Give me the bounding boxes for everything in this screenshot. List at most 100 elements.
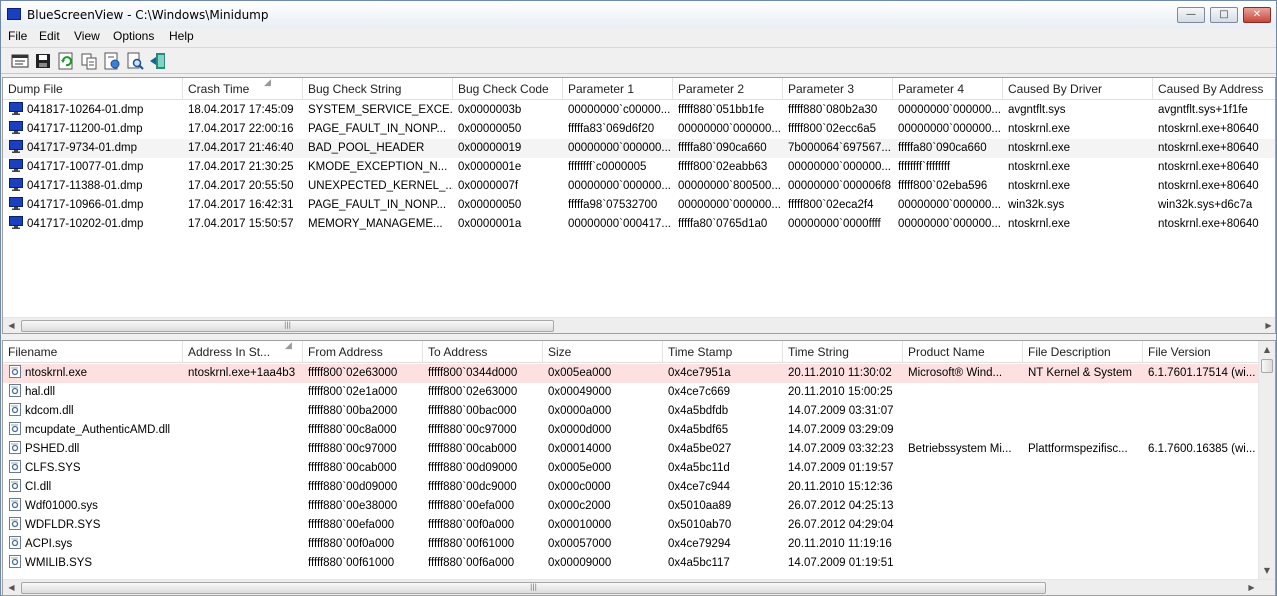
copy-icon[interactable]	[80, 52, 98, 70]
dump-list-pane[interactable]: Dump File Crash Time ◢ Bug Check String …	[2, 77, 1276, 334]
driver-cell-product-name	[903, 478, 1023, 497]
scroll-thumb[interactable]: |||	[21, 320, 554, 332]
column-caused-by-driver[interactable]: Caused By Driver	[1003, 78, 1153, 100]
driver-cell-time-string: 14.07.2009 03:32:23	[788, 443, 894, 455]
dump-cell-crash-time: 17.04.2017 15:50:57	[188, 218, 294, 230]
maximize-button[interactable]: □	[1210, 7, 1238, 23]
dump-cell-parameter-2: fffff880`051bb1fe	[678, 104, 765, 116]
column-product-name[interactable]: Product Name	[903, 341, 1023, 363]
driver-cell-file-description	[1023, 478, 1143, 497]
driver-row[interactable]: WMILIB.SYS fffff880`00f61000 fffff880`00f6…	[3, 554, 1259, 573]
save-icon[interactable]	[34, 52, 52, 70]
column-parameter-2[interactable]: Parameter 2	[673, 78, 783, 100]
scroll-left-arrow[interactable]: ◀	[3, 318, 20, 333]
driver-row[interactable]: kdcom.dll fffff880`00ba2000 fffff880`00bac…	[3, 402, 1259, 421]
dump-row[interactable]: 041717-11388-01.dmp 17.04.2017 20:55:50 UN…	[3, 177, 1275, 196]
find-icon[interactable]	[126, 52, 144, 70]
driver-row[interactable]: mcupdate_AuthenticAMD.dll fffff880`00c8a0…	[3, 421, 1259, 440]
column-dump-file[interactable]: Dump File	[3, 78, 183, 100]
refresh-icon[interactable]	[57, 52, 75, 70]
driver-list-pane[interactable]: Filename Address In St... ◢ From Address…	[2, 340, 1276, 596]
driver-row[interactable]: CI.dll fffff880`00d09000 fffff880`00dc9000…	[3, 478, 1259, 497]
driver-row[interactable]: ACPI.sys fffff880`00f0a000 fffff880`00f610…	[3, 535, 1259, 554]
driver-row[interactable]: WDFLDR.SYS fffff880`00efa000 fffff880`00f0…	[3, 516, 1259, 535]
driver-row[interactable]: Wdf01000.sys fffff880`00e38000 fffff880`00…	[3, 497, 1259, 516]
driver-cell-file-description	[1023, 516, 1143, 535]
dump-cell-parameter-1: 00000000`c00000...	[568, 104, 671, 116]
scroll-up-arrow[interactable]: ▲	[1259, 341, 1275, 358]
menu-file[interactable]: File	[8, 29, 27, 43]
column-file-description[interactable]: File Description	[1023, 341, 1143, 363]
column-time-stamp[interactable]: Time Stamp	[663, 341, 783, 363]
scroll-right-arrow[interactable]: ▶	[1243, 580, 1260, 595]
dump-file-icon	[9, 159, 23, 173]
column-time-string[interactable]: Time String	[783, 341, 903, 363]
driver-row[interactable]: PSHED.dll fffff880`00c97000 fffff880`00cab…	[3, 440, 1259, 459]
column-bug-check-string[interactable]: Bug Check String	[303, 78, 453, 100]
scroll-thumb[interactable]: |||	[21, 582, 1046, 594]
driver-name: Wdf01000.sys	[25, 500, 98, 512]
dump-row[interactable]: 041717-10202-01.dmp 17.04.2017 15:50:57 ME…	[3, 215, 1275, 234]
dump-list-hscrollbar[interactable]: ◀ ||| ▶	[3, 317, 1275, 333]
dump-cell-bug-check-code: 0x00000050	[458, 123, 522, 135]
driver-name: WMILIB.SYS	[25, 557, 93, 569]
column-parameter-4[interactable]: Parameter 4	[893, 78, 1003, 100]
scroll-down-arrow[interactable]: ▼	[1259, 562, 1275, 579]
driver-cell-address-in-stack	[183, 383, 303, 402]
menu-help[interactable]: Help	[169, 29, 194, 43]
driver-cell-address-in-stack	[183, 554, 303, 573]
dump-cell-parameter-1: 00000000`000417...	[568, 218, 671, 230]
column-parameter-3[interactable]: Parameter 3	[783, 78, 893, 100]
dump-row[interactable]: 041717-9734-01.dmp 17.04.2017 21:46:40 BAD…	[3, 139, 1275, 158]
driver-cell-size: 0x0000a000	[548, 405, 612, 417]
dump-file-icon	[9, 102, 23, 116]
exit-icon[interactable]	[149, 52, 167, 70]
driver-cell-file-description: Plattformspezifisc...	[1028, 443, 1128, 455]
driver-cell-address-in-stack	[183, 478, 303, 497]
html-report-icon[interactable]	[103, 52, 121, 70]
menu-view[interactable]: View	[74, 29, 100, 43]
column-crash-time[interactable]: Crash Time	[183, 78, 303, 100]
driver-cell-product-name	[903, 535, 1023, 554]
driver-cell-time-stamp: 0x4ce7c669	[668, 386, 731, 398]
scroll-left-arrow[interactable]: ◀	[3, 580, 20, 595]
dump-cell-caused-by-driver: ntoskrnl.exe	[1008, 218, 1071, 230]
driver-row[interactable]: ntoskrnl.exe ntoskrnl.exe+1aa4b3 fffff800`…	[3, 364, 1259, 383]
dump-row[interactable]: 041817-10264-01.dmp 18.04.2017 17:45:09 SY…	[3, 101, 1275, 120]
title-bar[interactable]: BlueScreenView - C:\Windows\Minidump — □…	[1, 1, 1276, 28]
driver-cell-size: 0x005ea000	[548, 367, 612, 379]
column-to-address[interactable]: To Address	[423, 341, 543, 363]
dump-name: 041717-11388-01.dmp	[27, 180, 143, 192]
dump-cell-caused-by-driver: win32k.sys	[1008, 199, 1065, 211]
dump-row[interactable]: 041717-10077-01.dmp 17.04.2017 21:30:25 KM…	[3, 158, 1275, 177]
driver-row[interactable]: hal.dll fffff800`02e1a000 fffff800`02e6300…	[3, 383, 1259, 402]
vscroll-thumb[interactable]	[1261, 359, 1273, 373]
driver-cell-product-name	[903, 421, 1023, 440]
column-file-version[interactable]: File Version	[1143, 341, 1259, 363]
dump-cell-caused-by-address: avgntflt.sys+1f1fe	[1158, 104, 1248, 116]
dump-row[interactable]: 041717-10966-01.dmp 17.04.2017 16:42:31 PA…	[3, 196, 1275, 215]
minimize-button[interactable]: —	[1177, 7, 1205, 23]
window-title: BlueScreenView - C:\Windows\Minidump	[27, 8, 269, 22]
driver-cell-filename: kdcom.dll	[3, 402, 183, 421]
close-button[interactable]: ✕	[1243, 7, 1271, 23]
menu-edit[interactable]: Edit	[39, 29, 60, 43]
dump-row[interactable]: 041717-11200-01.dmp 17.04.2017 22:00:16 PA…	[3, 120, 1275, 139]
properties-icon[interactable]	[11, 52, 29, 70]
dump-cell-crash-time: 17.04.2017 22:00:16	[188, 123, 294, 135]
driver-cell-from-address: fffff880`00f61000	[308, 557, 395, 569]
driver-list-hscrollbar[interactable]: ◀ ||| ▶	[3, 579, 1275, 595]
column-caused-by-address[interactable]: Caused By Address	[1153, 78, 1275, 100]
column-from-address[interactable]: From Address	[303, 341, 423, 363]
column-size[interactable]: Size	[543, 341, 663, 363]
driver-cell-file-version	[1143, 554, 1259, 573]
driver-row[interactable]: CLFS.SYS fffff880`00cab000 fffff880`00d090…	[3, 459, 1259, 478]
column-filename[interactable]: Filename	[3, 341, 183, 363]
driver-list-vscrollbar[interactable]: ▲ ▼	[1258, 341, 1275, 579]
column-parameter-1[interactable]: Parameter 1	[563, 78, 673, 100]
driver-cell-size: 0x0000d000	[548, 424, 612, 436]
menu-options[interactable]: Options	[113, 29, 154, 43]
column-bug-check-code[interactable]: Bug Check Code	[453, 78, 563, 100]
scroll-right-arrow[interactable]: ▶	[1260, 318, 1275, 333]
dump-file-icon	[9, 178, 23, 192]
